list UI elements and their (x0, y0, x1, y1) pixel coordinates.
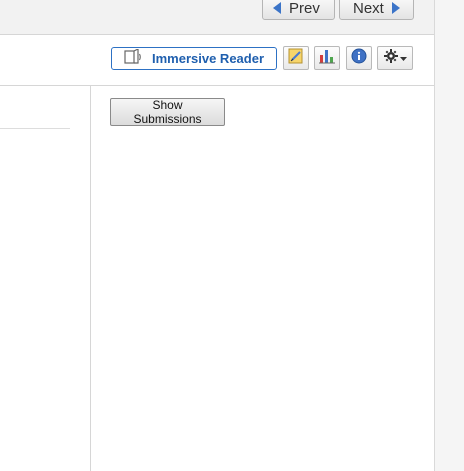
info-button[interactable] (346, 46, 372, 70)
top-navigation-bar: Prev Next (0, 0, 434, 35)
prev-label: Prev (289, 0, 320, 17)
edit-button[interactable] (283, 46, 309, 70)
content-toolbar: Immersive Reader (0, 35, 434, 86)
arrow-left-icon (273, 2, 281, 14)
show-submissions-button[interactable]: Show Submissions (110, 98, 225, 126)
info-icon (351, 48, 367, 69)
chart-button[interactable] (314, 46, 340, 70)
gear-icon (383, 48, 398, 68)
main-vertical-divider (90, 86, 91, 471)
scrollbar-track[interactable] (434, 0, 464, 471)
prev-button[interactable]: Prev (262, 0, 335, 20)
immersive-reader-button[interactable]: Immersive Reader (111, 47, 277, 70)
immersive-reader-label: Immersive Reader (152, 51, 265, 66)
left-panel-divider (0, 128, 70, 129)
caret-down-icon (399, 49, 407, 67)
page: Prev Next Immersive Reader Show Submissi… (0, 0, 464, 471)
settings-dropdown-button[interactable] (377, 46, 413, 70)
immersive-reader-icon (124, 48, 142, 68)
bar-chart-icon (318, 48, 336, 69)
arrow-right-icon (391, 2, 400, 14)
edit-icon (288, 48, 304, 69)
next-label: Next (353, 0, 384, 17)
next-button[interactable]: Next (339, 0, 414, 20)
